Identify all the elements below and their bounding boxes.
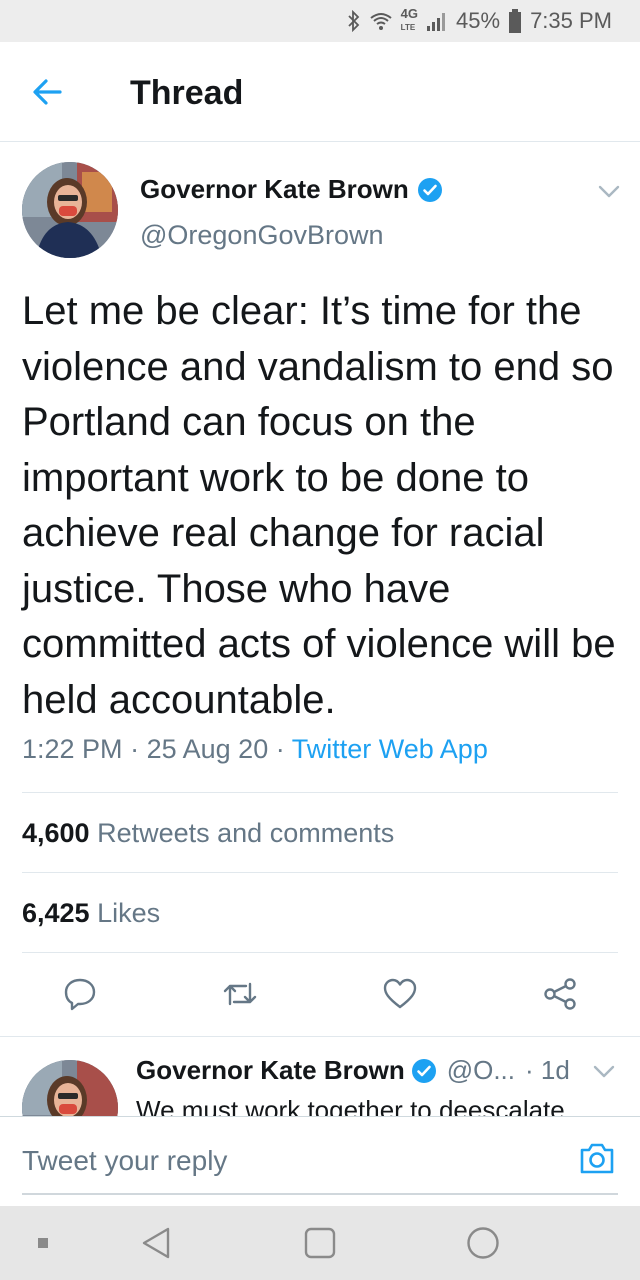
divider [22,952,618,953]
status-bar: 4G LTE 45% 7:35 PM [0,0,640,42]
camera-icon[interactable] [578,1139,616,1177]
retweets-count: 4,600 [22,818,90,848]
tweet-source-link[interactable]: Twitter Web App [292,734,488,764]
wifi-icon [369,10,393,32]
section-divider [0,1036,640,1037]
network-indicator: 4G LTE [400,6,419,34]
author-name[interactable]: Governor Kate Brown [140,174,443,205]
retweet-icon[interactable] [222,976,258,1012]
nav-recents-icon[interactable] [304,1227,336,1264]
reply-handle: @O... [446,1055,516,1085]
reply-time: · 1d [525,1055,570,1085]
system-nav-bar [0,1206,640,1280]
nav-home-icon[interactable] [466,1226,500,1265]
meta-separator: · [275,734,285,764]
likes-label: Likes [97,898,161,928]
tweet-metadata: 1:22 PM · 25 Aug 20 · Twitter Web App [22,734,488,765]
tweet-text: Let me be clear: It’s time for the viole… [22,289,616,722]
back-arrow-icon[interactable] [30,76,66,108]
author-name-text: Governor Kate Brown [140,174,409,204]
chevron-down-icon[interactable] [597,184,621,200]
retweets-stat[interactable]: 4,600 Retweets and comments [22,818,394,849]
bluetooth-icon [347,10,361,32]
reply-icon[interactable] [62,976,98,1012]
reply-author[interactable]: Governor Kate Brown @O... · 1d [136,1055,570,1086]
signal-icon [426,11,448,31]
network-type: 4G [400,6,419,21]
app-header: Thread [0,42,640,142]
likes-stat[interactable]: 6,425 Likes [22,898,160,929]
retweets-label: Retweets and comments [97,818,395,848]
clock: 7:35 PM [530,8,612,33]
compose-bar: Tweet your reply [0,1116,640,1206]
tweet-time: 1:22 PM [22,734,123,764]
avatar[interactable] [22,162,118,258]
chevron-down-icon[interactable] [592,1064,616,1080]
nav-menu-dot-icon[interactable] [38,1238,48,1248]
divider [22,792,618,793]
battery-level: 45% [456,8,501,33]
reply-input[interactable]: Tweet your reply [22,1145,227,1177]
input-underline [22,1193,618,1195]
likes-count: 6,425 [22,898,90,928]
verified-badge-icon [417,177,443,203]
verified-badge-icon [411,1058,437,1084]
reply-snippet[interactable]: We must work together to deescalate [136,1094,616,1116]
page-title: Thread [130,74,244,112]
nav-back-icon[interactable] [140,1226,172,1265]
tweet-date: 25 Aug 20 [146,734,269,764]
reply-author-name: Governor Kate Brown [136,1055,405,1085]
like-heart-icon[interactable] [382,976,418,1012]
meta-separator: · [130,734,140,764]
battery-icon [508,9,522,33]
network-subtype: LTE [400,23,416,32]
share-icon[interactable] [542,976,578,1012]
divider [22,872,618,873]
author-handle[interactable]: @OregonGovBrown [140,220,384,251]
